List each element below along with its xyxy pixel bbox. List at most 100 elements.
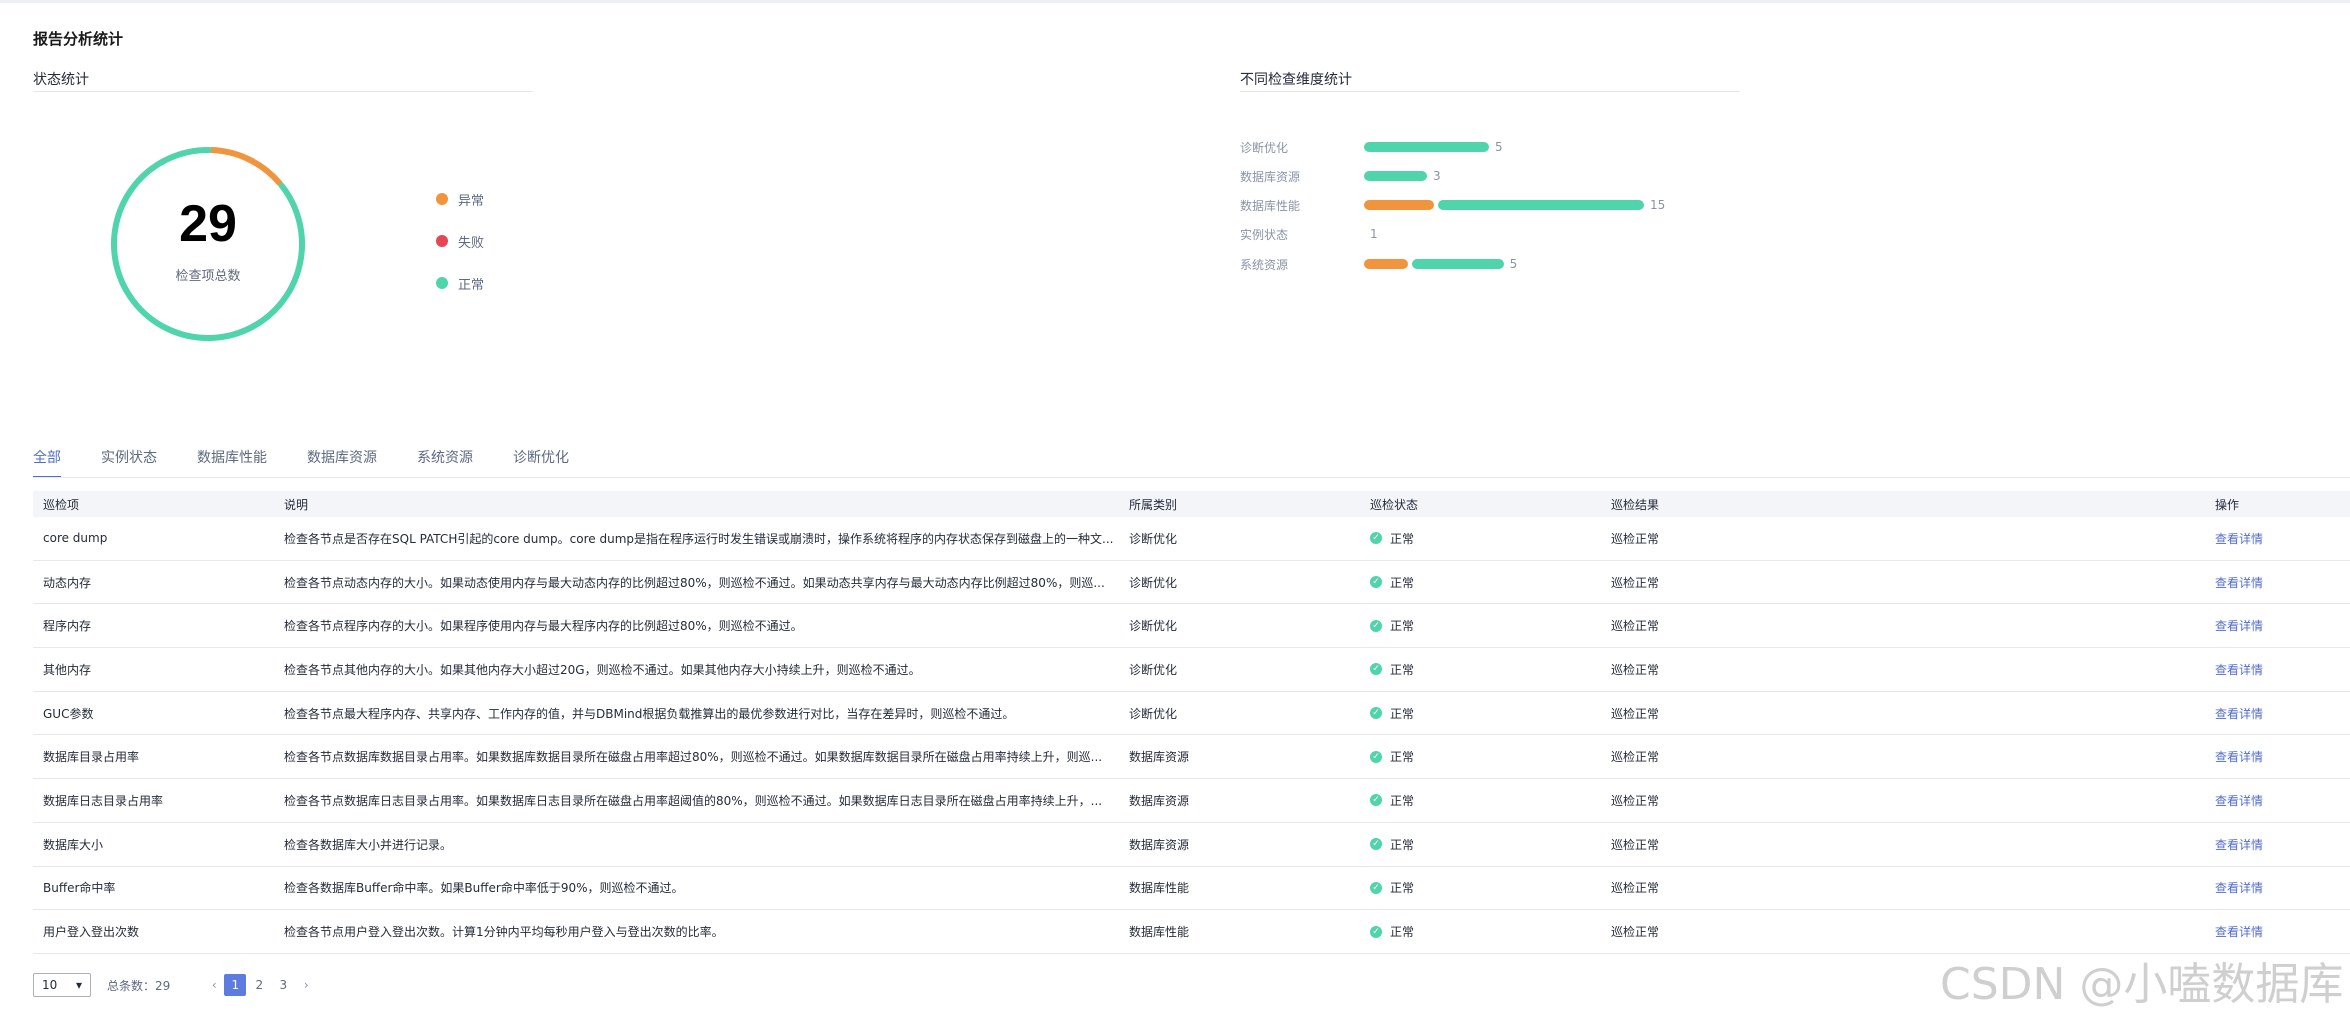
status-indicator: ✓ 正常 <box>1370 879 1601 896</box>
page-1[interactable]: 1 <box>224 974 247 996</box>
row-action: 查看详情 <box>2205 748 2350 765</box>
page-3[interactable]: 3 <box>272 974 294 996</box>
row-action: 查看详情 <box>2205 661 2350 678</box>
row-category: 诊断优化 <box>1129 575 1178 590</box>
status-text: 正常 <box>1390 925 1415 940</box>
view-details-link[interactable]: 查看详情 <box>2215 881 2263 895</box>
next-page-icon[interactable]: › <box>296 978 316 992</box>
legend-failed[interactable]: 失败 <box>436 231 484 251</box>
status-text: 正常 <box>1390 706 1415 721</box>
dimension-bars: 5 <box>1364 140 1503 154</box>
row-item-name: 其他内存 <box>43 662 92 677</box>
row-result: 巡检正常 <box>1611 662 1660 677</box>
row-category: 数据库资源 <box>1129 793 1190 808</box>
row-description: 检查各节点程序内存的大小。如果程序使用内存与最大程序内存的比例超过80%，则巡检… <box>284 619 803 634</box>
page-title: 报告分析统计 <box>33 30 124 48</box>
status-indicator: ✓ 正常 <box>1370 748 1601 765</box>
view-details-link[interactable]: 查看详情 <box>2215 925 2263 939</box>
check-circle-icon: ✓ <box>1370 532 1382 545</box>
row-category: 诊断优化 <box>1129 619 1178 634</box>
view-details-link[interactable]: 查看详情 <box>2215 838 2263 852</box>
dimension-label: 诊断优化 <box>1240 141 1289 155</box>
row-category: 诊断优化 <box>1129 706 1178 721</box>
bar-count-label: 1 <box>1370 227 1378 241</box>
legend-dot-abnormal <box>436 193 448 205</box>
row-category: 数据库性能 <box>1129 925 1190 940</box>
row-status: ✓ 正常 <box>1360 617 1601 634</box>
status-indicator: ✓ 正常 <box>1370 705 1601 722</box>
tab-db-performance[interactable]: 数据库性能 <box>197 444 267 478</box>
chevron-down-icon: ▾ <box>75 978 82 992</box>
row-result: 巡检正常 <box>1611 793 1660 808</box>
check-circle-icon: ✓ <box>1370 838 1382 851</box>
view-details-link[interactable]: 查看详情 <box>2215 576 2263 590</box>
row-status: ✓ 正常 <box>1360 705 1601 722</box>
check-circle-icon: ✓ <box>1370 619 1382 632</box>
row-item-name: 数据库大小 <box>43 837 104 852</box>
row-result: 巡检正常 <box>1611 837 1660 852</box>
view-details-link[interactable]: 查看详情 <box>2215 707 2263 721</box>
total-count-text: 总条数：29 <box>107 978 171 993</box>
dimension-bars: 15 <box>1364 199 1665 211</box>
status-section-divider <box>33 91 533 92</box>
bar-abnormal <box>1364 259 1408 269</box>
status-indicator: ✓ 正常 <box>1370 574 1601 591</box>
tab-all[interactable]: 全部 <box>33 444 61 478</box>
status-section-title: 状态统计 <box>33 72 89 88</box>
dimension-label: 数据库性能 <box>1240 199 1301 213</box>
row-description: 检查各数据库大小并进行记录。 <box>284 837 453 852</box>
dimension-section-divider <box>1240 91 1740 92</box>
tab-diagnosis-optimization[interactable]: 诊断优化 <box>513 444 569 478</box>
prev-page-icon[interactable]: ‹ <box>204 978 224 992</box>
legend-label: 失败 <box>458 235 485 251</box>
bar-count-label: 5 <box>1509 257 1518 271</box>
row-status: ✓ 正常 <box>1360 661 1601 678</box>
view-details-link[interactable]: 查看详情 <box>2215 619 2263 633</box>
watermark: CSDN @小嗑数据库 <box>1940 959 2344 1010</box>
row-status: ✓ 正常 <box>1360 879 1601 896</box>
status-text: 正常 <box>1390 837 1415 852</box>
tab-instance-status[interactable]: 实例状态 <box>101 444 157 478</box>
status-text: 正常 <box>1390 662 1415 677</box>
row-item-name: 数据库日志目录占用率 <box>43 793 164 808</box>
legend-label: 正常 <box>458 277 485 293</box>
page-size-select[interactable]: 10 ▾ <box>33 973 91 997</box>
dimension-row: 系统资源 5 <box>1240 256 1760 272</box>
header-item: 巡检项 <box>43 497 80 512</box>
table-row: core dump 检查各节点是否存在SQL PATCH引起的core dump。… <box>33 517 2350 561</box>
bar-count-label: 5 <box>1495 140 1503 154</box>
view-details-link[interactable]: 查看详情 <box>2215 750 2263 764</box>
row-result: 巡检正常 <box>1611 706 1660 721</box>
legend-abnormal[interactable]: 异常 <box>436 189 484 209</box>
table-row: 其他内存 检查各节点其他内存的大小。如果其他内存大小超过20G，则巡检不通过。如果… <box>33 648 2350 692</box>
table-row: 数据库大小 检查各数据库大小并进行记录。 数据库资源 ✓ 正常 巡检正常 查看详情 <box>33 823 2350 867</box>
pagination: 10 ▾ 总条数：29 ‹ 1 2 3 › <box>33 972 316 998</box>
row-description: 检查各节点最大程序内存、共享内存、工作内存的值，并与DBMind根据负载推算出的… <box>284 706 1015 721</box>
row-action: 查看详情 <box>2205 617 2350 634</box>
dimension-bars: 1 <box>1364 227 1378 241</box>
row-description: 检查各数据库Buffer命中率。如果Buffer命中率低于90%，则巡检不通过。 <box>284 881 684 896</box>
row-action: 查看详情 <box>2205 705 2350 722</box>
status-indicator: ✓ 正常 <box>1370 923 1601 940</box>
row-item-name: 程序内存 <box>43 619 92 634</box>
page-2[interactable]: 2 <box>248 974 270 996</box>
dimension-bars: 5 <box>1364 257 1518 271</box>
table-row: 动态内存 检查各节点动态内存的大小。如果动态使用内存与最大动态内存的比例超过80%… <box>33 561 2350 605</box>
row-result: 巡检正常 <box>1611 575 1660 590</box>
legend-normal[interactable]: 正常 <box>436 273 484 293</box>
status-text: 正常 <box>1390 575 1415 590</box>
row-category: 诊断优化 <box>1129 662 1178 677</box>
tab-db-resources[interactable]: 数据库资源 <box>307 444 377 478</box>
inspection-table: 巡检项 说明 所属类别 巡检状态 巡检结果 操作 core dump 检查各节点是… <box>33 491 2350 954</box>
row-category: 数据库资源 <box>1129 750 1190 765</box>
row-status: ✓ 正常 <box>1360 574 1601 591</box>
row-result: 巡检正常 <box>1611 750 1660 765</box>
view-details-link[interactable]: 查看详情 <box>2215 663 2263 677</box>
status-indicator: ✓ 正常 <box>1370 661 1601 678</box>
view-details-link[interactable]: 查看详情 <box>2215 794 2263 808</box>
tab-system-resources[interactable]: 系统资源 <box>417 444 473 478</box>
table-body: core dump 检查各节点是否存在SQL PATCH引起的core dump。… <box>33 517 2350 954</box>
bar-normal <box>1364 171 1427 181</box>
row-item-name: 数据库目录占用率 <box>43 750 140 765</box>
view-details-link[interactable]: 查看详情 <box>2215 532 2263 546</box>
